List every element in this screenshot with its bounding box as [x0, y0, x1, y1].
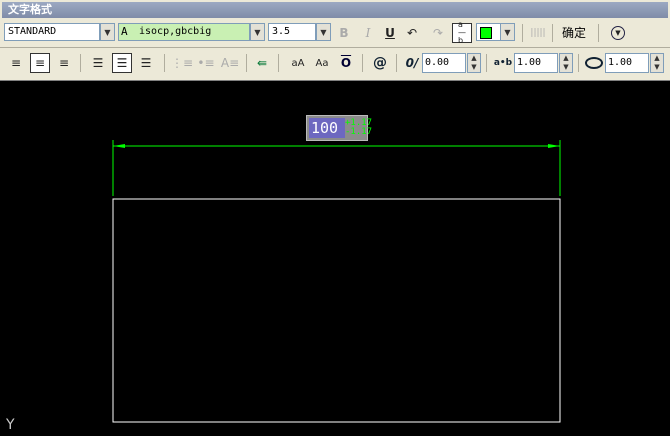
style-dropdown-button[interactable]: ▼ [100, 23, 115, 41]
toolbar-title: 文字格式 [8, 3, 52, 16]
separator [598, 24, 599, 42]
align-left-button[interactable]: ≡ [6, 53, 26, 73]
overline-icon: O [340, 56, 352, 70]
options-button[interactable]: ▼ [608, 23, 628, 43]
font-combo[interactable]: A isocp,gbcbig [118, 23, 250, 41]
chevron-down-icon: ▼ [320, 27, 327, 37]
oblique-label: 0/ [405, 56, 419, 70]
align-center-icon: ≡ [34, 56, 46, 70]
italic-button[interactable]: I [358, 23, 378, 43]
tracking-input[interactable]: 1.00 [514, 53, 558, 73]
uppercase-button[interactable]: aA [288, 53, 308, 73]
align-bottom-button[interactable]: ☰ [136, 53, 156, 73]
options-chevron-icon: ▼ [611, 26, 625, 40]
oblique-spinner[interactable]: ▲ ▼ [467, 53, 481, 73]
height-combo[interactable]: 3.5 [268, 23, 316, 41]
dimension-text[interactable]: 100 [309, 118, 345, 138]
separator [522, 24, 523, 42]
lettering-button[interactable]: A≡ [220, 53, 240, 73]
lowercase-button[interactable]: Aa [312, 53, 332, 73]
separator [486, 54, 487, 72]
color-swatch [480, 27, 492, 39]
numbering-button[interactable]: ⋮≡ [170, 53, 194, 73]
oblique-angle-input[interactable]: 0.00 [422, 53, 466, 73]
ruler-icon: ||||| [530, 28, 546, 38]
toolbar-row-1: STANDARD ▼ A isocp,gbcbig ▼ 3.5 ▼ B I U … [2, 21, 668, 45]
align-middle-button[interactable]: ☰ [112, 53, 132, 73]
width-factor-spinner[interactable]: ▲ ▼ [650, 53, 664, 73]
row-separator [0, 47, 670, 48]
width-factor-label [584, 53, 604, 73]
tracking-label: a•b [493, 58, 513, 68]
align-top-icon: ☰ [92, 56, 104, 70]
width-factor-input[interactable]: 1.00 [605, 53, 649, 73]
undo-button[interactable]: ↶ [402, 23, 422, 43]
color-dropdown-button[interactable]: ▼ [500, 23, 515, 41]
insert-field-icon: ⇚ [256, 56, 268, 70]
numbered-list-icon: ⋮≡ [170, 56, 194, 70]
font-dropdown-button[interactable]: ▼ [250, 23, 265, 41]
align-left-icon: ≡ [10, 56, 22, 70]
separator [362, 54, 363, 72]
toolbar-title-bar[interactable]: 文字格式 [2, 2, 668, 18]
align-bottom-icon: ☰ [140, 56, 152, 70]
height-dropdown-button[interactable]: ▼ [316, 23, 331, 41]
ucs-icon: Y [6, 417, 15, 433]
redo-icon: ↷ [432, 26, 444, 40]
lettered-list-icon: A≡ [220, 56, 240, 70]
lower-tolerance[interactable]: -1.17 [345, 128, 372, 137]
chevron-down-icon: ▼ [504, 27, 511, 37]
separator [552, 24, 553, 42]
redo-button[interactable]: ↷ [428, 23, 448, 43]
align-middle-icon: ☰ [116, 56, 128, 70]
separator [578, 54, 579, 72]
bulleted-list-icon: •≡ [197, 56, 215, 70]
align-top-button[interactable]: ☰ [88, 53, 108, 73]
overline-button[interactable]: O [336, 53, 356, 73]
undo-icon: ↶ [406, 26, 418, 40]
font-icon: A [121, 25, 128, 38]
font-combo-value: isocp,gbcbig [139, 26, 212, 37]
symbol-button[interactable]: @ [370, 53, 390, 73]
align-center-button[interactable]: ≡ [30, 53, 50, 73]
separator [80, 54, 81, 72]
align-right-button[interactable]: ≡ [54, 53, 74, 73]
underline-button[interactable]: U [380, 23, 400, 43]
separator [396, 54, 397, 72]
rectangle-object [112, 198, 561, 423]
separator [164, 54, 165, 72]
arrowhead-left [113, 144, 125, 148]
tracking-spinner[interactable]: ▲ ▼ [559, 53, 573, 73]
separator [278, 54, 279, 72]
ok-button[interactable]: 确定 [562, 23, 586, 43]
stack-button[interactable]: a — b [452, 20, 472, 45]
separator [246, 54, 247, 72]
chevron-down-icon: ▼ [104, 27, 111, 37]
bold-button[interactable]: B [334, 23, 354, 43]
mtext-editor-box[interactable]: 100 +1.17 -1.17 [306, 115, 372, 141]
width-factor-icon [585, 57, 603, 69]
arrowhead-right [548, 144, 560, 148]
bullets-button[interactable]: •≡ [196, 53, 216, 73]
style-combo[interactable]: STANDARD [4, 23, 100, 41]
toolbar-row-2: ≡ ≡ ≡ ☰ ☰ ☰ ⋮≡ •≡ A≡ ⇚ aA Aa O @ 0/ 0.00… [2, 51, 668, 75]
text-formatting-toolbar: 文字格式 STANDARD ▼ A isocp,gbcbig ▼ 3.5 ▼ B… [0, 0, 670, 81]
chevron-down-icon: ▼ [254, 27, 261, 37]
ruler-button[interactable]: ||||| [528, 23, 548, 43]
stack-icon: a — b [458, 20, 466, 45]
align-right-icon: ≡ [58, 56, 70, 70]
insert-field-button[interactable]: ⇚ [252, 53, 272, 73]
